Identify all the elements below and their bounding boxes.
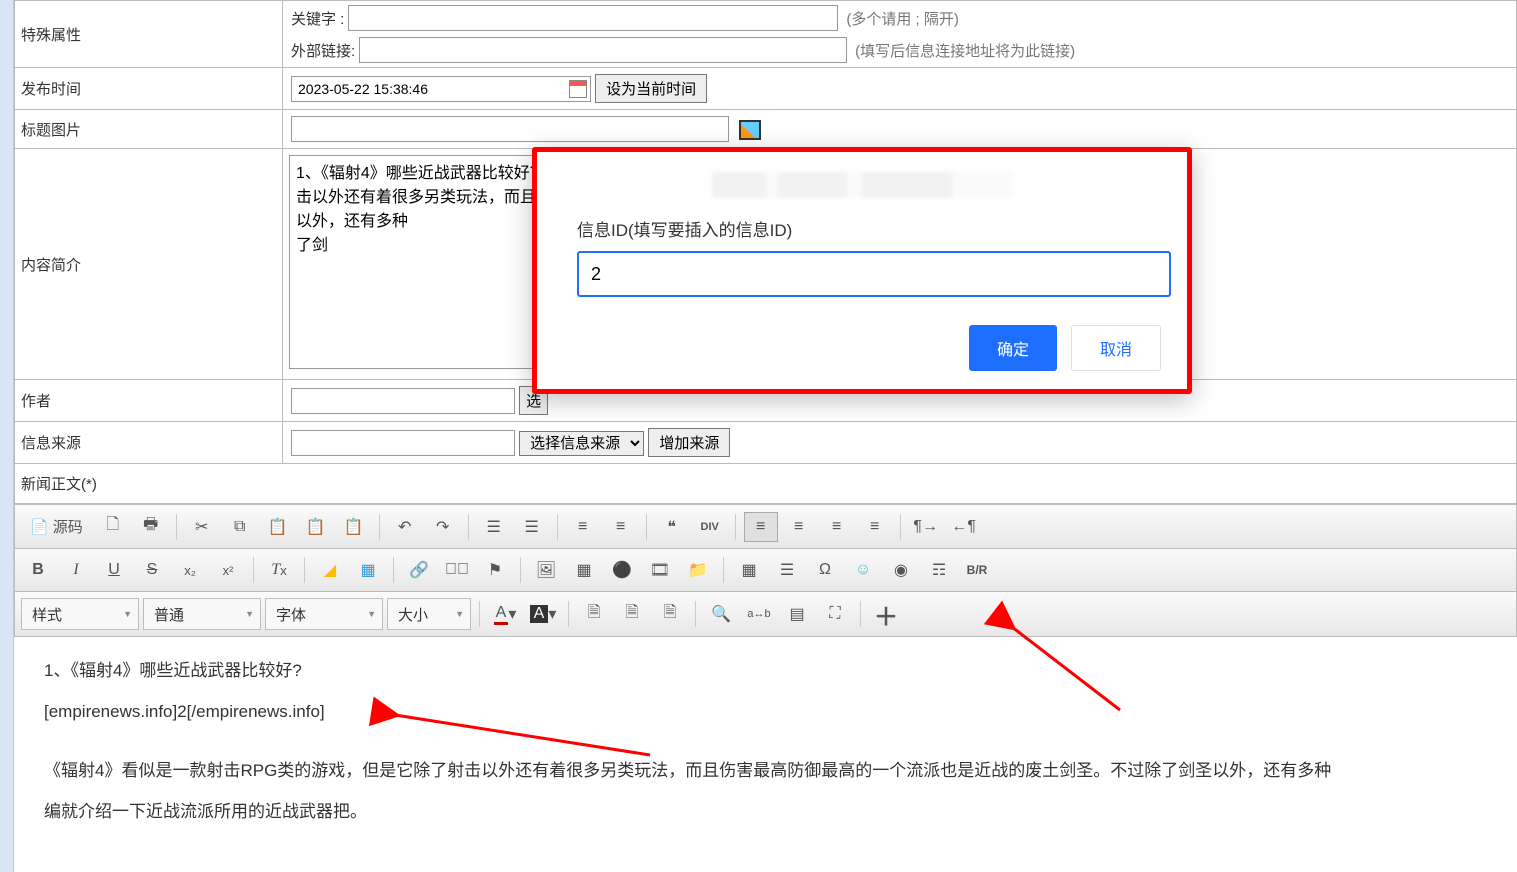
emoji-icon[interactable]: ☺ xyxy=(846,555,880,585)
select-all-icon[interactable]: ▦ xyxy=(351,555,385,585)
special-char-icon[interactable]: Ω xyxy=(808,555,842,585)
iframe-icon[interactable]: ☶ xyxy=(922,555,956,585)
paste-text-icon[interactable]: 📋 xyxy=(299,512,333,542)
label-author: 作者 xyxy=(15,380,283,422)
source-add-button[interactable]: 增加来源 xyxy=(648,428,730,457)
remove-format-icon[interactable]: Tx xyxy=(262,555,296,585)
label-intro: 内容简介 xyxy=(15,149,283,380)
align-center-icon[interactable]: ≡ xyxy=(782,512,816,542)
extlink-input[interactable] xyxy=(359,37,847,63)
replace-icon[interactable]: a↔b xyxy=(742,599,776,629)
label-titlepic: 标题图片 xyxy=(15,110,283,149)
style-dropdown[interactable]: 样式 xyxy=(21,598,139,630)
insert-plus-button[interactable]: ＋ xyxy=(869,599,903,629)
image-icon[interactable]: 🖼 xyxy=(529,555,563,585)
template2-icon[interactable]: 🗎 xyxy=(615,599,649,629)
image-picker-icon[interactable] xyxy=(739,120,761,140)
rtl-icon[interactable]: ←¶ xyxy=(947,512,981,542)
redo-icon[interactable]: ↷ xyxy=(426,512,460,542)
label-special: 特殊属性 xyxy=(15,1,283,68)
editor-toolbar-2: B I U S x₂ x² Tx ◢ ▦ 🔗 🔗⃠ ⚑ 🖼 ▦ ⚫ 🎞 📁 ▦ … xyxy=(14,549,1517,592)
dialog-input[interactable] xyxy=(577,251,1171,297)
link-icon[interactable]: 🔗 xyxy=(402,555,436,585)
paste-word-icon[interactable]: 📋 xyxy=(337,512,371,542)
dialog-label: 信息ID(填写要插入的信息ID) xyxy=(577,216,1167,241)
paste-icon[interactable]: 📋 xyxy=(261,512,295,542)
cut-icon[interactable]: ✂ xyxy=(185,512,219,542)
extlink-hint: (填写后信息连接地址将为此链接) xyxy=(855,40,1075,61)
titlepic-input[interactable] xyxy=(291,116,729,142)
content-line-3[interactable]: 《辐射4》看似是一款射击RPG类的游戏，但是它除了射击以外还有着很多另类玩法，而… xyxy=(44,757,1487,786)
anchor-icon[interactable]: ⚑ xyxy=(478,555,512,585)
bold-icon[interactable]: B xyxy=(21,555,55,585)
code-icon[interactable]: B/R xyxy=(960,555,994,585)
keyword-input[interactable] xyxy=(348,5,838,31)
template1-icon[interactable]: 🗎 xyxy=(577,599,611,629)
label-extlink: 外部链接: xyxy=(291,40,355,61)
pagebreak-icon[interactable]: ◉ xyxy=(884,555,918,585)
outdent-icon[interactable]: ≡ xyxy=(566,512,600,542)
dialog-title-blurred xyxy=(712,172,1012,198)
dialog-cancel-button[interactable]: 取消 xyxy=(1071,325,1161,371)
align-right-icon[interactable]: ≡ xyxy=(820,512,854,542)
pubtime-input[interactable] xyxy=(291,76,591,102)
set-now-button[interactable]: 设为当前时间 xyxy=(595,74,707,103)
align-left-icon[interactable]: ≡ xyxy=(744,512,778,542)
fullscreen-icon[interactable]: ⛶ xyxy=(818,599,852,629)
undo-icon[interactable]: ↶ xyxy=(388,512,422,542)
flash-icon[interactable]: ⚫ xyxy=(605,555,639,585)
source-select[interactable]: 选择信息来源 xyxy=(519,431,644,456)
label-newsbody: 新闻正文(*) xyxy=(15,464,1517,504)
div-icon[interactable]: DIV xyxy=(693,512,727,542)
editor-content[interactable]: 1、《辐射4》哪些近战武器比较好? [empirenews.info]2[/em… xyxy=(14,637,1517,859)
video-icon[interactable]: ▦ xyxy=(567,555,601,585)
left-gutter xyxy=(0,0,14,872)
size-dropdown[interactable]: 大小 xyxy=(387,598,471,630)
table-icon[interactable]: ▦ xyxy=(732,555,766,585)
search-icon[interactable]: 🔍 xyxy=(704,599,738,629)
numlist-icon[interactable]: ☰ xyxy=(477,512,511,542)
folder-icon[interactable]: 📁 xyxy=(681,555,715,585)
text-color-icon[interactable]: A▾ xyxy=(488,599,522,629)
unlink-icon[interactable]: 🔗⃠ xyxy=(440,555,474,585)
editor-toolbar-1: 📄 源码 🗋 🖶 ✂ ⧉ 📋 📋 📋 ↶ ↷ ☰ ☰ ≡ ≡ ❝ DIV ≡ ≡… xyxy=(14,504,1517,549)
ltr-icon[interactable]: ¶→ xyxy=(909,512,943,542)
label-pubtime: 发布时间 xyxy=(15,68,283,110)
strike-icon[interactable]: S xyxy=(135,555,169,585)
align-justify-icon[interactable]: ≡ xyxy=(858,512,892,542)
content-line-1[interactable]: 1、《辐射4》哪些近战武器比较好? xyxy=(44,657,1487,686)
label-source: 信息来源 xyxy=(15,422,283,464)
editor-toolbar-3: 样式 普通 字体 大小 A▾ A▾ 🗎 🗎 🗎 🔍 a↔b ▤ ⛶ ＋ xyxy=(14,592,1517,637)
media-icon[interactable]: 🎞 xyxy=(643,555,677,585)
hr-icon[interactable]: ☰ xyxy=(770,555,804,585)
author-input[interactable] xyxy=(291,388,515,414)
underline-icon[interactable]: U xyxy=(97,555,131,585)
dialog-ok-button[interactable]: 确定 xyxy=(969,325,1057,371)
blocks-icon[interactable]: ▤ xyxy=(780,599,814,629)
quote-icon[interactable]: ❝ xyxy=(655,512,689,542)
content-line-4[interactable]: 编就介绍一下近战流派所用的近战武器把。 xyxy=(44,798,1487,827)
format-dropdown[interactable]: 普通 xyxy=(143,598,261,630)
highlight-icon[interactable]: ◢ xyxy=(313,555,347,585)
bullist-icon[interactable]: ☰ xyxy=(515,512,549,542)
calendar-icon[interactable] xyxy=(569,80,587,98)
font-dropdown[interactable]: 字体 xyxy=(265,598,383,630)
indent-icon[interactable]: ≡ xyxy=(604,512,638,542)
source-input[interactable] xyxy=(291,430,515,456)
label-keyword: 关键字 : xyxy=(291,8,344,29)
italic-icon[interactable]: I xyxy=(59,555,93,585)
content-line-2[interactable]: [empirenews.info]2[/empirenews.info] xyxy=(44,698,1487,727)
copy-icon[interactable]: ⧉ xyxy=(223,512,257,542)
insert-id-dialog: 信息ID(填写要插入的信息ID) 确定 取消 xyxy=(532,147,1192,394)
superscript-icon[interactable]: x² xyxy=(211,555,245,585)
print-icon[interactable]: 🖶 xyxy=(134,512,168,542)
keyword-hint: (多个请用 ; 隔开) xyxy=(846,8,959,29)
bg-color-icon[interactable]: A▾ xyxy=(526,599,560,629)
source-button[interactable]: 📄 源码 xyxy=(21,511,92,542)
subscript-icon[interactable]: x₂ xyxy=(173,555,207,585)
newpage-icon[interactable]: 🗋 xyxy=(96,512,130,542)
template3-icon[interactable]: 🗎 xyxy=(653,599,687,629)
